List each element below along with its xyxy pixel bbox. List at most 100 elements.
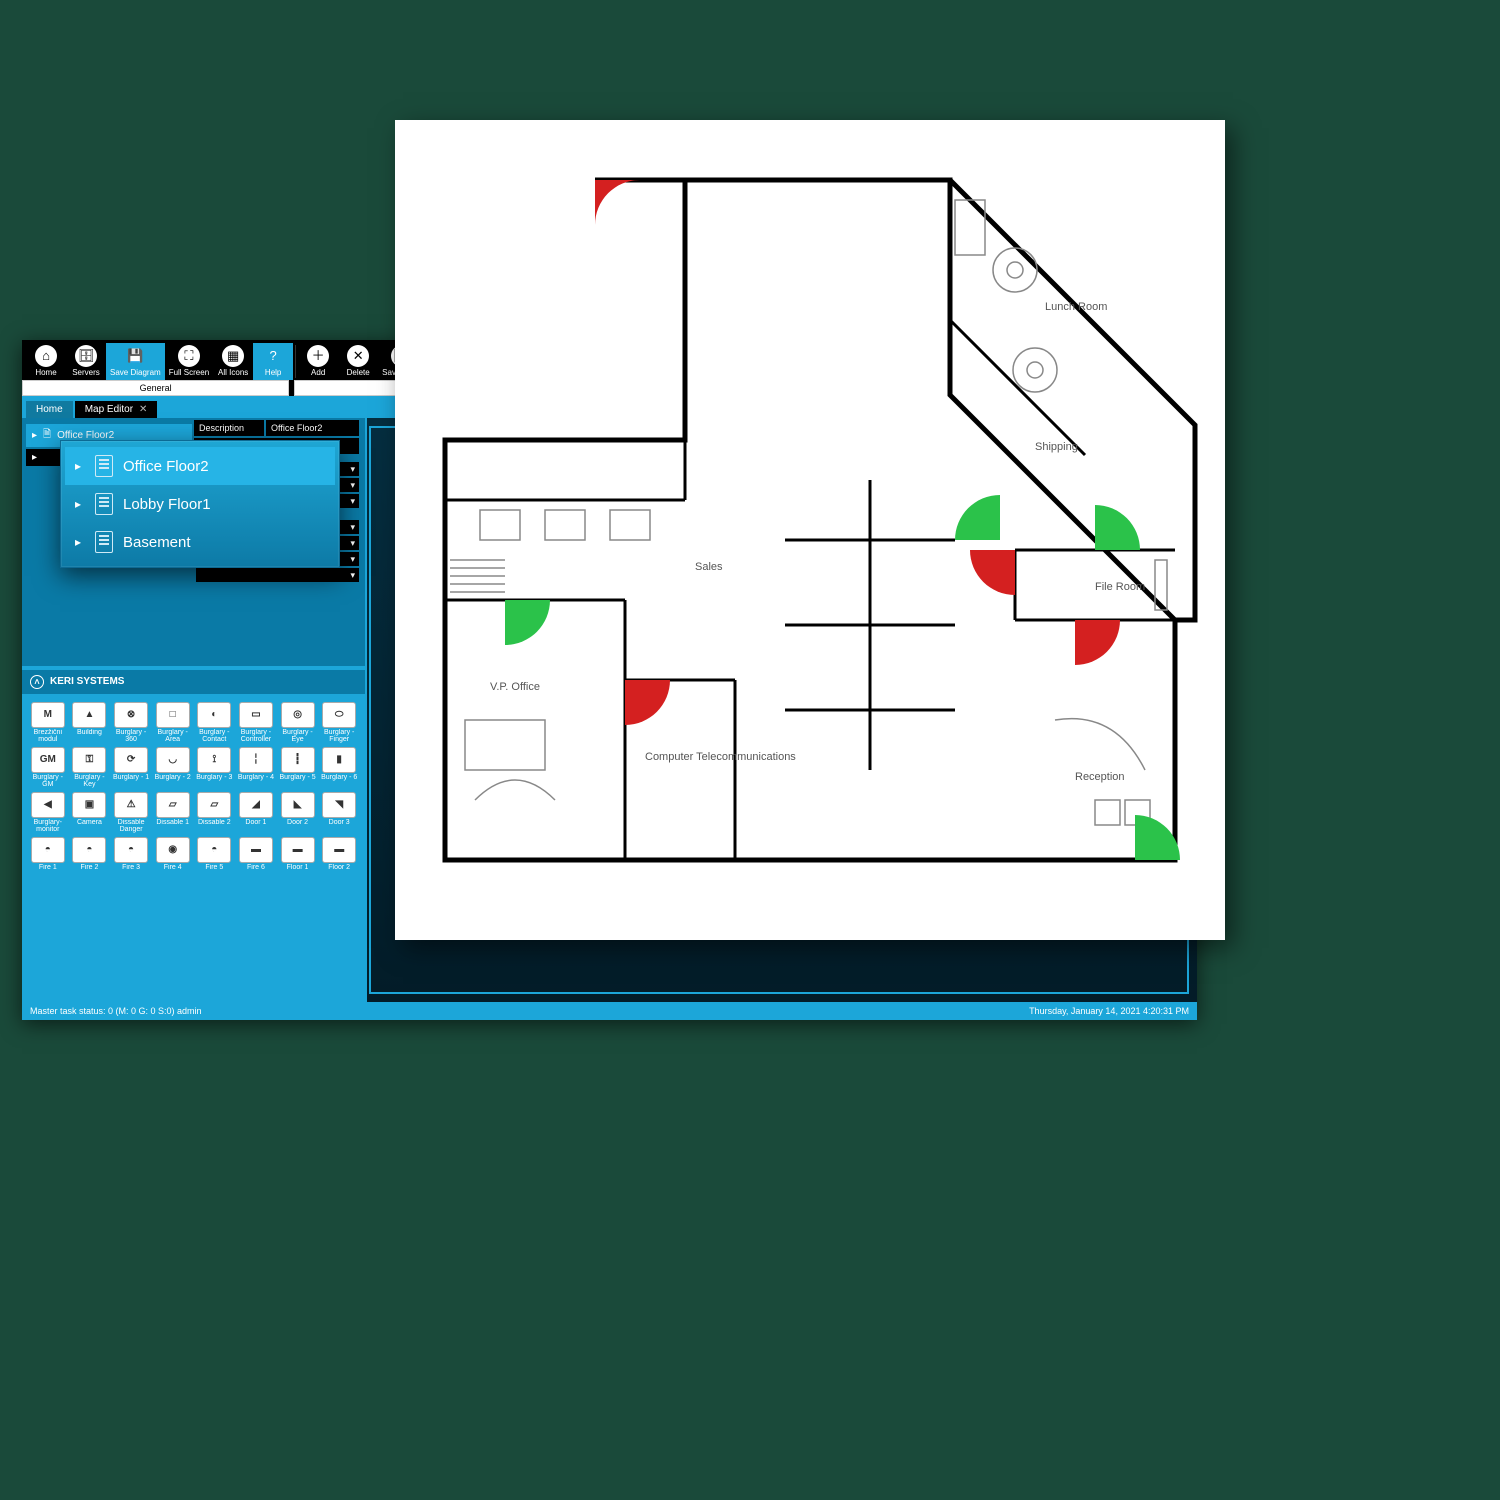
page-icon <box>95 531 113 553</box>
room-label: File Room <box>1095 581 1145 593</box>
shape-thumb: GM <box>31 747 65 773</box>
shape-item[interactable]: ◀ Burglary-monitor <box>28 791 68 834</box>
shape-item[interactable]: GM Burglary - GM <box>28 746 68 789</box>
shape-item[interactable]: ◡ Burglary - 2 <box>153 746 193 789</box>
shape-item[interactable]: ▱ Dissable 2 <box>195 791 235 834</box>
shape-label: Burglary - 4 <box>238 774 274 781</box>
shape-item[interactable]: ◢ Door 1 <box>236 791 276 834</box>
shape-item[interactable]: □ Burglary - Area <box>153 701 193 744</box>
help-button[interactable]: ?Help <box>253 343 293 380</box>
home-button[interactable]: ⌂Home <box>26 343 66 380</box>
tab-map-editor[interactable]: Map Editor✕ <box>75 401 158 418</box>
shape-label: Burglary - 1 <box>113 774 149 781</box>
shape-item[interactable]: ◣ Door 2 <box>278 791 318 834</box>
door-icon[interactable] <box>1075 620 1120 665</box>
ribbon-button-label: Add <box>311 369 325 378</box>
shape-item[interactable]: ⟳ Burglary - 1 <box>111 746 151 789</box>
palette-header[interactable]: ˄ KERI SYSTEMS <box>22 670 365 695</box>
save-diagram-button[interactable]: 💾Save Diagram <box>106 343 165 380</box>
room-label: V.P. Office <box>490 681 540 693</box>
chevron-right-icon: ▸ <box>32 430 37 441</box>
flyout-item-label: Basement <box>123 534 191 551</box>
fullscreen-icon: ⛶ <box>178 345 200 367</box>
door-icon[interactable] <box>955 495 1000 540</box>
shape-item[interactable]: ◉ Fire 4 <box>153 836 193 872</box>
door-icon[interactable] <box>595 180 640 225</box>
shape-thumb: ▱ <box>156 792 190 818</box>
shape-item[interactable]: ◓ Fire 2 <box>70 836 110 872</box>
door-icon[interactable] <box>505 600 550 645</box>
shape-thumb: M <box>31 702 65 728</box>
shape-item[interactable]: ▬ Floor 2 <box>319 836 359 872</box>
all-icons-button[interactable]: ▦All Icons <box>213 343 253 380</box>
shape-item[interactable]: ▮ Burglary - 6 <box>319 746 359 789</box>
door-icon[interactable] <box>625 680 670 725</box>
shape-thumb: ◥ <box>322 792 356 818</box>
shape-item[interactable]: ◓ Fire 1 <box>28 836 68 872</box>
shape-label: Dissable 2 <box>198 819 231 826</box>
shape-item[interactable]: ⚠ Dissable Danger <box>111 791 151 834</box>
shape-item[interactable]: ┇ Burglary - 5 <box>278 746 318 789</box>
shape-item[interactable]: ▬ Floor 1 <box>278 836 318 872</box>
delete-icon: ✕ <box>347 345 369 367</box>
flyout-item[interactable]: ▸ Basement <box>65 523 335 561</box>
shape-item[interactable]: ▭ Burglary - Controller <box>236 701 276 744</box>
shape-thumb: ◓ <box>197 837 231 863</box>
shape-thumb: ⟟ <box>197 747 231 773</box>
shape-palette: ˄ KERI SYSTEMS M Brezžični modul▲ Buildi… <box>22 668 365 1002</box>
shape-label: Burglary - 6 <box>321 774 357 781</box>
shape-thumb: ◣ <box>281 792 315 818</box>
shape-item[interactable]: ▲ Building <box>70 701 110 744</box>
shape-thumb: ◓ <box>72 837 106 863</box>
prop-dropdown[interactable] <box>196 568 359 582</box>
ribbon-button-label: Help <box>265 369 281 378</box>
shape-item[interactable]: ◓ Fire 5 <box>195 836 235 872</box>
shape-label: Burglary - Controller <box>237 729 275 743</box>
delete-button[interactable]: ✕Delete <box>338 343 378 380</box>
floorplan-window[interactable]: Lunch Room Shipping File Room Sales V.P.… <box>395 120 1225 940</box>
shape-item[interactable]: ◥ Door 3 <box>319 791 359 834</box>
close-icon[interactable]: ✕ <box>139 404 147 415</box>
shape-thumb: ⟳ <box>114 747 148 773</box>
shape-label: Fire 2 <box>80 864 98 871</box>
shape-thumb: ▬ <box>239 837 273 863</box>
servers-button[interactable]: 🗄Servers <box>66 343 106 380</box>
shape-thumb: ⚿ <box>72 747 106 773</box>
flyout-item[interactable]: ▸ Office Floor2 <box>65 447 335 485</box>
tab-home[interactable]: Home <box>26 401 73 418</box>
shape-item[interactable]: M Brezžični modul <box>28 701 68 744</box>
shape-label: Burglary - Eye <box>279 729 317 743</box>
status-left: Master task status: 0 (M: 0 G: 0 S:0) ad… <box>30 1006 202 1016</box>
shape-item[interactable]: ▬ Fire 6 <box>236 836 276 872</box>
flyout-item[interactable]: ▸ Lobby Floor1 <box>65 485 335 523</box>
save-icon: 💾 <box>124 345 146 367</box>
shape-item[interactable]: ◎ Burglary - Eye <box>278 701 318 744</box>
floorplan-svg: Lunch Room Shipping File Room Sales V.P.… <box>395 120 1225 940</box>
shape-thumb: ▬ <box>322 837 356 863</box>
shape-item[interactable]: ◐ Burglary - Contact <box>195 701 235 744</box>
shape-label: Fire 3 <box>122 864 140 871</box>
shape-thumb: ⬭ <box>322 702 356 728</box>
shape-item[interactable]: ╎ Burglary - 4 <box>236 746 276 789</box>
shape-label: Burglary - 3 <box>196 774 232 781</box>
prop-value[interactable]: Office Floor2 <box>266 420 359 436</box>
home-icon: ⌂ <box>35 345 57 367</box>
door-icon[interactable] <box>970 550 1015 595</box>
shape-item[interactable]: ⟟ Burglary - 3 <box>195 746 235 789</box>
shape-item[interactable]: ⬭ Burglary - Finger <box>319 701 359 744</box>
shape-thumb: ◐ <box>197 702 231 728</box>
shape-thumb: ◓ <box>31 837 65 863</box>
shape-label: Burglary - Finger <box>320 729 358 743</box>
shape-item[interactable]: ⚿ Burglary - Key <box>70 746 110 789</box>
shape-item[interactable]: ◓ Fire 3 <box>111 836 151 872</box>
chevron-up-icon: ˄ <box>30 675 44 689</box>
shape-thumb: ◀ <box>31 792 65 818</box>
chevron-right-icon: ▸ <box>75 459 85 473</box>
shape-item[interactable]: ▣ Camera <box>70 791 110 834</box>
shape-thumb: ▲ <box>72 702 106 728</box>
door-icon[interactable] <box>1095 505 1140 550</box>
shape-item[interactable]: ▱ Dissable 1 <box>153 791 193 834</box>
shape-item[interactable]: ⊗ Burglary - 360 <box>111 701 151 744</box>
add-button[interactable]: ＋Add <box>298 343 338 380</box>
full-screen-button[interactable]: ⛶Full Screen <box>165 343 213 380</box>
